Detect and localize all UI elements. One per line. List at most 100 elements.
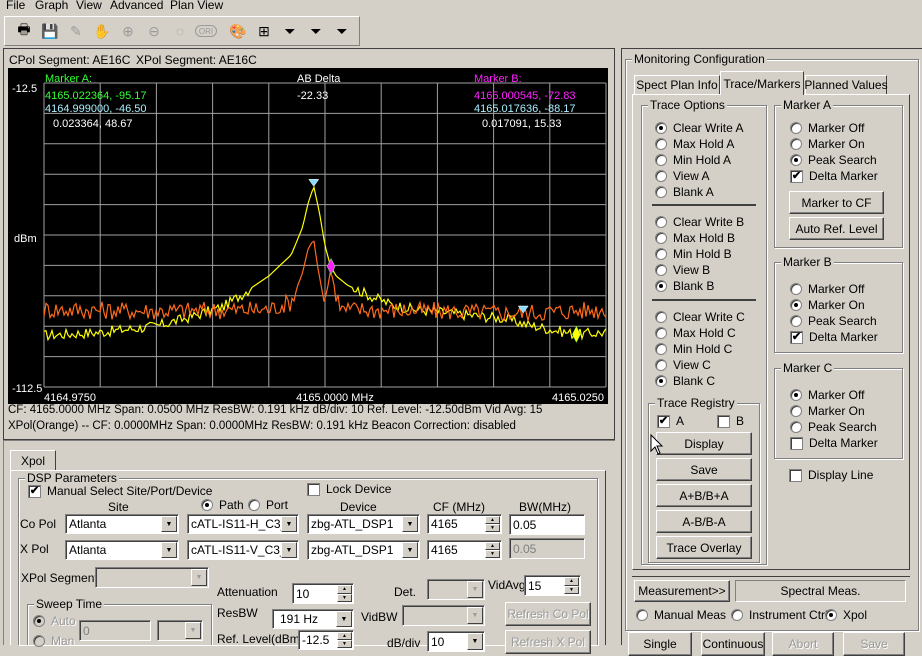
trace-max-hold-a-radio[interactable]: Max Hold A — [655, 137, 734, 151]
marker-b-marker-on-label: Marker On — [808, 298, 865, 312]
xpol-path-select[interactable]: cATL-IS11-V_C3_1▼ — [187, 540, 299, 560]
chevron-down-icon[interactable]: ▼ — [281, 542, 297, 558]
vidavg-spinner[interactable]: 15▲▼ — [524, 575, 581, 596]
trace-view-b-radio[interactable]: View B — [655, 263, 710, 277]
chevron-down-icon[interactable]: ▼ — [336, 611, 352, 627]
marker-c-peak-search-radio[interactable]: Peak Search — [790, 420, 877, 434]
xpol-site-select[interactable]: Atlanta▼ — [65, 540, 179, 560]
copol-cf-spinner[interactable]: 4165▲▼ — [427, 514, 502, 534]
tab-trace-markers[interactable]: Trace/Markers — [720, 71, 804, 95]
spinner-arrows-icon[interactable]: ▲▼ — [337, 585, 352, 602]
y-tick-top: -12.5 — [12, 83, 37, 95]
measurement-button[interactable]: Measurement>> — [634, 580, 730, 602]
trace-min-hold-b-radio[interactable]: Min Hold B — [655, 247, 732, 261]
marker-b-peak-search-radio[interactable]: Peak Search — [790, 314, 877, 328]
spectrum-plot[interactable]: Marker A:4165.022364, -95.174164.999000,… — [8, 68, 608, 404]
resbw-select[interactable]: 191 Hz▼ — [272, 609, 354, 629]
spinner-arrows-icon[interactable]: ▲▼ — [485, 516, 500, 532]
trace-blank-a-radio[interactable]: Blank A — [655, 185, 714, 199]
db-div-select[interactable]: 10▼ — [427, 631, 485, 652]
marker-b-marker-off-radio[interactable]: Marker Off — [790, 282, 864, 296]
marker-b-delta-checkbox[interactable]: ✔Delta Marker — [790, 330, 878, 344]
display-button[interactable]: Display — [656, 432, 752, 455]
trace-max-hold-a-label: Max Hold A — [673, 137, 734, 151]
copol-path-select[interactable]: cATL-IS11-H_C3_1▼ — [187, 514, 299, 534]
spinner-arrows-icon[interactable]: ▲▼ — [564, 577, 579, 594]
copol-bw-input[interactable]: 0.05 — [509, 514, 585, 535]
mode-manual-meas-radio[interactable]: Manual Meas — [636, 608, 726, 622]
trace-min-hold-a-radio[interactable]: Min Hold A — [655, 153, 731, 167]
measurement-type-display: Spectral Meas. — [735, 580, 906, 602]
auto-ref-level-button[interactable]: Auto Ref. Level — [789, 217, 884, 240]
ref-level-spinner[interactable]: -12.5▲▼ — [298, 630, 354, 650]
marker-a-peak-search-radio[interactable]: Peak Search — [790, 153, 877, 167]
trace-max-hold-b-radio[interactable]: Max Hold B — [655, 231, 735, 245]
menu-graph[interactable]: Graph — [35, 0, 68, 12]
tree-hierarchy-icon[interactable]: ⊞ — [253, 21, 275, 41]
marker-b-marker-on-radio[interactable]: Marker On — [790, 298, 865, 312]
chevron-down-icon[interactable]: ▼ — [161, 542, 177, 558]
xpol-device-select[interactable]: zbg-ATL_DSP1▼ — [307, 540, 420, 560]
copol-device-value: zbg-ATL_DSP1 — [311, 517, 393, 531]
spectrum-display[interactable]: Marker A:4165.022364, -95.174164.999000,… — [8, 68, 608, 404]
marker-to-cf-button[interactable]: Marker to CF — [789, 191, 884, 214]
trace-overlay-button[interactable]: Trace Overlay — [656, 536, 752, 559]
menu-file[interactable]: File — [6, 0, 25, 12]
trace-clear-write-c-radio[interactable]: Clear Write C — [655, 310, 745, 324]
copol-site-select[interactable]: Atlanta▼ — [65, 514, 179, 534]
edit-notes-icon: ✎ — [65, 21, 87, 41]
filter-save-icon[interactable]: ⏷ — [305, 21, 327, 41]
tab-planned-values[interactable]: Planned Values — [805, 75, 887, 94]
registry-b-checkbox[interactable]: B — [717, 414, 744, 428]
save-trace-button[interactable]: Save — [656, 458, 752, 481]
checkbox-box — [789, 469, 802, 482]
a-plus-b-button[interactable]: A+B/B+A — [656, 484, 752, 507]
chevron-down-icon[interactable]: ▼ — [467, 633, 483, 650]
a-minus-b-button[interactable]: A-B/B-A — [656, 510, 752, 533]
manual-select-checkbox[interactable]: ✔Manual Select Site/Port/Device — [28, 484, 212, 498]
mode-instrument-ctrl-radio[interactable]: Instrument Ctrl — [731, 608, 828, 622]
trace-clear-write-b-radio[interactable]: Clear Write B — [655, 215, 744, 229]
registry-a-checkbox[interactable]: ✔A — [657, 414, 684, 428]
trace-min-hold-c-radio[interactable]: Min Hold C — [655, 342, 732, 356]
single-button[interactable]: Single — [628, 632, 692, 656]
check-icon: ✔ — [657, 415, 670, 428]
menu-plan-view[interactable]: Plan View — [170, 0, 223, 12]
display-line-checkbox[interactable]: Display Line — [789, 468, 873, 482]
chevron-down-icon[interactable]: ▼ — [281, 516, 297, 532]
trace-view-c-radio[interactable]: View C — [655, 358, 711, 372]
paint-palette-icon[interactable]: 🎨 — [227, 21, 249, 41]
spinner-arrows-icon[interactable]: ▲▼ — [485, 542, 500, 558]
attenuation-spinner[interactable]: 10▲▼ — [292, 583, 354, 604]
chevron-down-icon[interactable]: ▼ — [402, 516, 418, 532]
trace-blank-c-radio[interactable]: Blank C — [655, 374, 715, 388]
menu-view[interactable]: View — [76, 0, 102, 12]
lock-device-checkbox[interactable]: Lock Device — [307, 482, 391, 496]
trace-max-hold-c-radio[interactable]: Max Hold C — [655, 326, 736, 340]
xpol-cf-spinner[interactable]: 4165▲▼ — [427, 540, 502, 560]
mode-xpol-radio[interactable]: Xpol — [825, 608, 867, 622]
path-radio[interactable]: Path — [201, 498, 244, 512]
save-disk-icon[interactable]: 💾 — [39, 21, 61, 41]
marker-a-marker-off-radio[interactable]: Marker Off — [790, 121, 864, 135]
trace-blank-b-radio[interactable]: Blank B — [655, 279, 714, 293]
marker-a-delta-checkbox[interactable]: ✔Delta Marker — [790, 169, 878, 183]
marker-c-marker-on-radio[interactable]: Marker On — [790, 404, 865, 418]
filter-open-icon[interactable]: ⏷ — [331, 21, 353, 41]
tab-spect-plan-info[interactable]: Spect Plan Info — [634, 75, 720, 94]
marker-c-marker-off-radio[interactable]: Marker Off — [790, 388, 864, 402]
continuous-button[interactable]: Continuous — [701, 632, 765, 656]
marker-c-delta-checkbox[interactable]: Delta Marker — [790, 436, 878, 450]
trace-clear-write-a-radio[interactable]: Clear Write A — [655, 121, 743, 135]
spinner-arrows-icon[interactable]: ▲▼ — [337, 632, 352, 648]
tab-xpol[interactable]: Xpol — [10, 450, 56, 470]
marker-a-marker-on-radio[interactable]: Marker On — [790, 137, 865, 151]
port-radio[interactable]: Port — [248, 498, 288, 512]
printer-icon[interactable]: 🖶 — [13, 21, 35, 41]
menu-advanced[interactable]: Advanced — [110, 0, 163, 12]
chevron-down-icon[interactable]: ▼ — [402, 542, 418, 558]
copol-device-select[interactable]: zbg-ATL_DSP1 ▼ — [307, 514, 420, 534]
chevron-down-icon[interactable]: ▼ — [161, 516, 177, 532]
filter-tree-icon[interactable]: ⏷ — [279, 21, 301, 41]
trace-view-a-radio[interactable]: View A — [655, 169, 709, 183]
